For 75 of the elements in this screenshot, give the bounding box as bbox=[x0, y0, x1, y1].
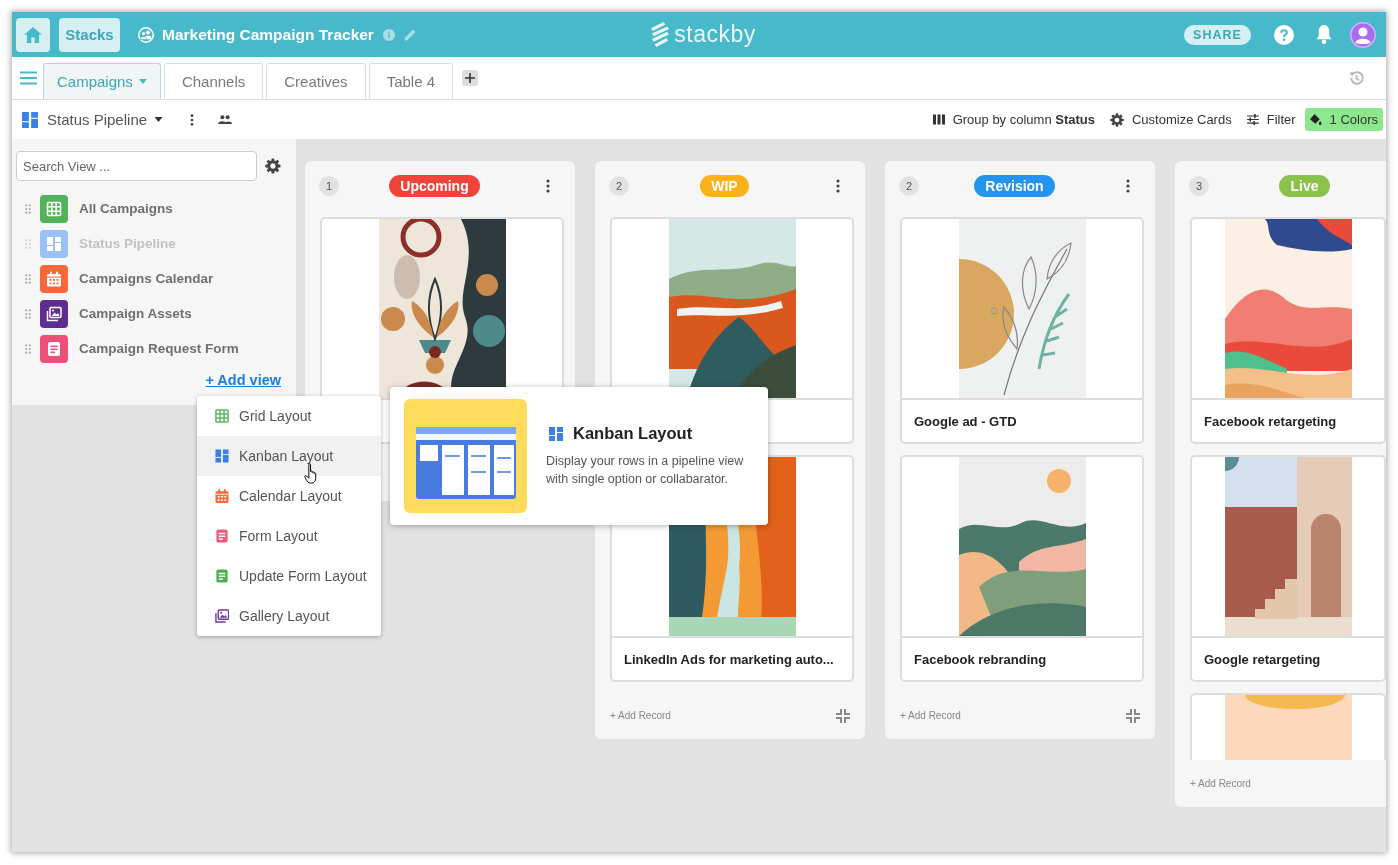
drag-handle-icon[interactable] bbox=[25, 308, 31, 319]
drag-handle-icon[interactable] bbox=[25, 273, 31, 284]
home-button[interactable] bbox=[16, 17, 50, 52]
status-badge: Live bbox=[1279, 175, 1330, 197]
kanban-icon bbox=[22, 111, 38, 128]
stacked-layers-icon bbox=[650, 21, 671, 48]
settings-icon[interactable] bbox=[265, 158, 281, 174]
more-vertical-icon[interactable] bbox=[1126, 179, 1130, 193]
settings-icon bbox=[1110, 112, 1124, 127]
view-item[interactable]: Campaign Assets bbox=[16, 296, 281, 331]
view-item[interactable]: Campaigns Calendar bbox=[16, 261, 281, 296]
search-field[interactable]: Search View ... bbox=[16, 151, 258, 181]
layout-menu-item[interactable]: Grid Layout bbox=[197, 396, 381, 436]
card-title: Facebook rebranding bbox=[914, 651, 1047, 667]
card-title: Google ad - GTD bbox=[914, 413, 1017, 429]
layout-menu-item[interactable]: Update Form Layout bbox=[197, 556, 381, 596]
drag-handle-icon[interactable] bbox=[25, 238, 31, 249]
info-icon[interactable] bbox=[382, 28, 395, 41]
customize-cards-button[interactable]: Customize Cards bbox=[1104, 108, 1238, 131]
paint-bucket-icon bbox=[1309, 114, 1322, 125]
caret-icon bbox=[154, 117, 164, 122]
columns-icon bbox=[932, 114, 945, 125]
home-icon bbox=[24, 26, 42, 43]
table-tab[interactable]: Channels bbox=[163, 63, 264, 99]
help-icon[interactable] bbox=[1274, 24, 1294, 45]
layout-menu-item[interactable]: Kanban Layout bbox=[197, 436, 381, 476]
history-icon[interactable] bbox=[1347, 69, 1365, 87]
drag-handle-icon[interactable] bbox=[25, 343, 31, 354]
pencil-icon[interactable] bbox=[403, 28, 416, 41]
card-title: LinkedIn Ads for marketing auto... bbox=[624, 651, 834, 667]
plus-icon bbox=[465, 73, 475, 83]
layout-menu-item[interactable]: Calendar Layout bbox=[197, 476, 381, 516]
sliders-icon bbox=[1246, 114, 1259, 125]
layout-menu-item[interactable]: Form Layout bbox=[197, 516, 381, 556]
more-vertical-icon[interactable] bbox=[836, 179, 840, 193]
card-title: Facebook retargeting bbox=[1204, 413, 1337, 429]
record-count: 2 bbox=[899, 176, 919, 196]
record-card[interactable]: Google ad - GTD bbox=[900, 217, 1144, 444]
view-item[interactable]: Campaign Request Form bbox=[16, 331, 281, 366]
record-count: 2 bbox=[609, 176, 629, 196]
users-icon bbox=[138, 26, 154, 43]
record-card[interactable]: Facebook rebranding bbox=[900, 455, 1144, 682]
record-card[interactable]: Facebook retargeting bbox=[1190, 217, 1386, 444]
avatar-icon[interactable] bbox=[1350, 21, 1376, 48]
group-by-button[interactable]: Group by column Status bbox=[926, 108, 1101, 131]
card-title: Google retargeting bbox=[1204, 651, 1321, 667]
table-tab[interactable]: Table 4 bbox=[368, 63, 453, 99]
status-badge: Revision bbox=[974, 175, 1055, 197]
filter-button[interactable]: Filter bbox=[1240, 108, 1302, 131]
people-icon[interactable] bbox=[218, 115, 233, 124]
view-switcher[interactable]: Status Pipeline bbox=[22, 111, 164, 128]
more-vertical-icon[interactable] bbox=[190, 113, 195, 126]
add-view-link[interactable]: + Add view bbox=[205, 372, 281, 388]
status-badge: Upcoming bbox=[389, 175, 480, 197]
popover-title: Kanban Layout bbox=[573, 424, 693, 443]
drag-handle-icon[interactable] bbox=[25, 203, 31, 214]
logo-text: stackby bbox=[674, 21, 756, 48]
kanban-icon bbox=[549, 426, 563, 441]
bell-icon[interactable] bbox=[1316, 25, 1332, 44]
record-card[interactable]: Google retargeting bbox=[1190, 455, 1386, 682]
table-tab[interactable]: Creatives bbox=[266, 63, 366, 99]
stack-title: Marketing Campaign Tracker bbox=[162, 25, 374, 44]
record-count: 1 bbox=[319, 176, 339, 196]
record-count: 3 bbox=[1189, 176, 1209, 196]
colors-button[interactable]: 1 Colors bbox=[1304, 108, 1383, 131]
collapse-icon[interactable] bbox=[1125, 707, 1141, 724]
hand-cursor-icon bbox=[304, 463, 317, 484]
status-badge: WIP bbox=[700, 175, 749, 197]
view-item[interactable]: All Campaigns bbox=[16, 191, 281, 226]
collapse-icon[interactable] bbox=[835, 707, 851, 724]
menu-icon[interactable] bbox=[20, 71, 37, 85]
more-vertical-icon[interactable] bbox=[546, 179, 550, 193]
layout-menu-item[interactable]: Gallery Layout bbox=[197, 596, 381, 636]
caret-icon bbox=[138, 79, 147, 84]
add-table-button[interactable] bbox=[462, 70, 478, 86]
